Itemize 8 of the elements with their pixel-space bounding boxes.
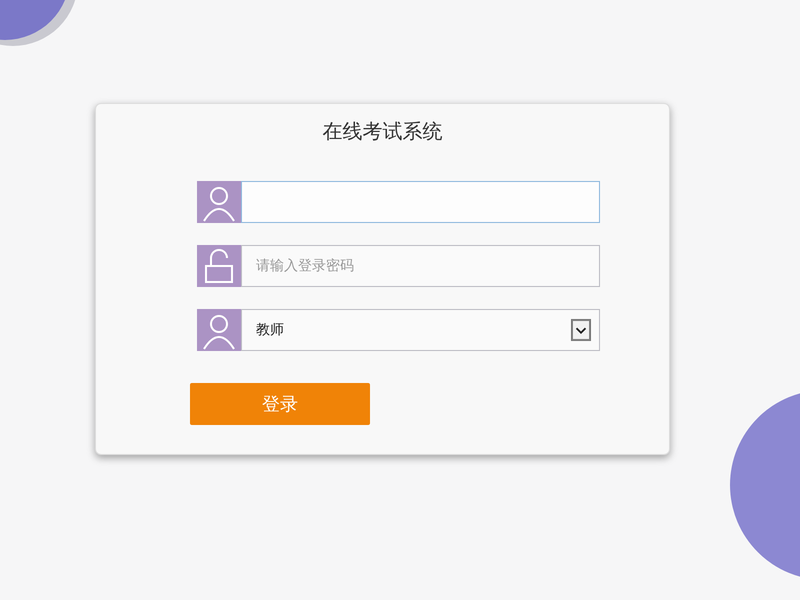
role-select[interactable]: 教师 [241,309,600,351]
system-title: 在线考试系统 [322,118,442,145]
lock-icon [197,245,241,287]
username-field[interactable] [241,181,600,223]
user-icon [197,309,241,351]
user-icon [197,181,241,223]
password-field[interactable]: 请输入登录密码 [241,245,600,287]
chevron-down-icon [571,319,591,341]
